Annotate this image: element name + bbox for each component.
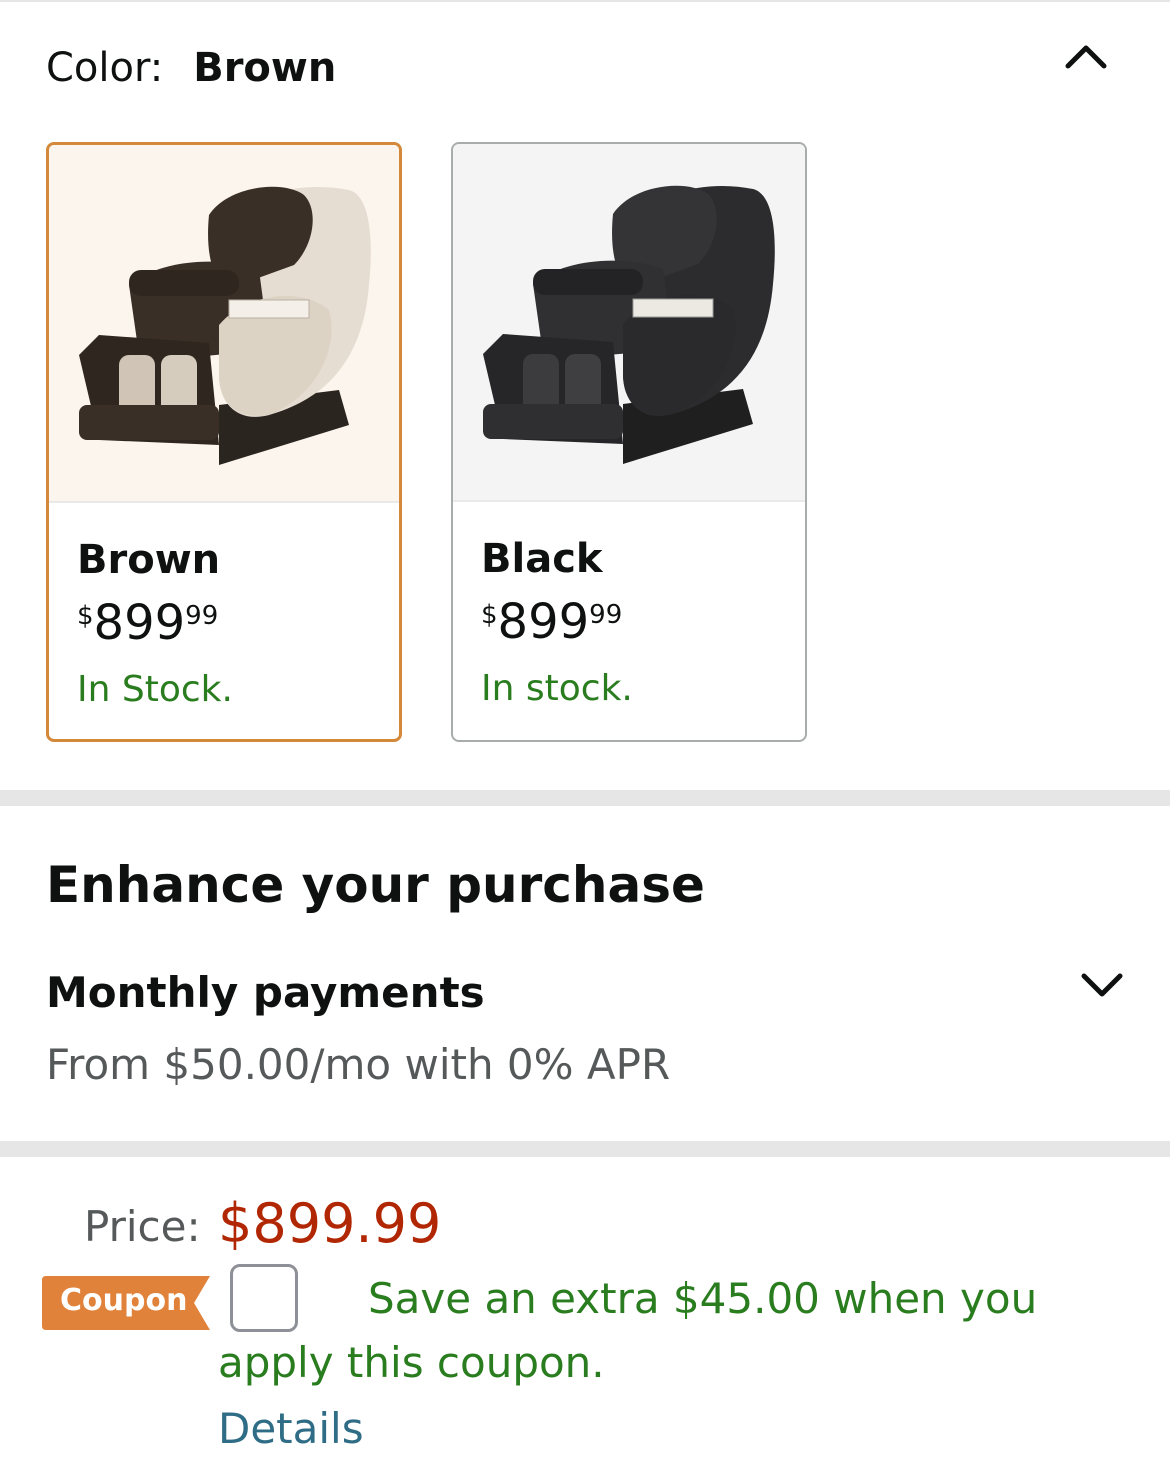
swatch-image-black xyxy=(453,144,805,502)
coupon-savings-text-continued: apply this coupon. xyxy=(218,1338,605,1387)
expand-monthly-payments-button[interactable] xyxy=(1072,954,1132,1014)
price-whole: 899 xyxy=(93,595,186,651)
section-divider xyxy=(0,1141,1170,1157)
swatch-price: $89999 xyxy=(481,594,622,650)
price-symbol: $ xyxy=(481,600,498,630)
coupon-checkbox[interactable] xyxy=(230,1264,298,1332)
price-cents: 99 xyxy=(589,600,623,630)
coupon-details-link[interactable]: Details xyxy=(218,1404,364,1453)
coupon-savings-text: Save an extra $45.00 when you xyxy=(368,1274,1038,1323)
massage-chair-black-image xyxy=(483,185,775,464)
coupon-badge-label: Coupon xyxy=(60,1283,188,1318)
price-label: Price: xyxy=(84,1202,201,1251)
price-whole: 899 xyxy=(497,594,590,650)
color-swatch-brown[interactable]: Brown $89999 In Stock. xyxy=(46,142,402,742)
color-header: Color: Brown xyxy=(46,38,336,98)
price-symbol: $ xyxy=(77,601,94,631)
swatch-image-brown xyxy=(49,145,399,503)
swatch-name: Brown xyxy=(77,537,221,583)
monthly-payments-description: From $50.00/mo with 0% APR xyxy=(46,1040,671,1089)
chevron-up-icon xyxy=(1065,45,1107,69)
swatch-stock-status: In stock. xyxy=(481,668,633,709)
swatch-name: Black xyxy=(481,536,603,582)
section-divider xyxy=(0,790,1170,806)
collapse-button[interactable] xyxy=(1058,28,1114,84)
enhance-title: Enhance your purchase xyxy=(46,856,705,914)
color-label: Color: xyxy=(46,45,164,91)
color-selected-value: Brown xyxy=(193,45,337,91)
top-divider xyxy=(0,0,1170,2)
swatch-stock-status: In Stock. xyxy=(77,669,233,710)
monthly-payments-title[interactable]: Monthly payments xyxy=(46,968,485,1017)
color-swatch-black[interactable]: Black $89999 In stock. xyxy=(451,142,807,742)
chevron-down-icon xyxy=(1081,973,1123,997)
price-value: $899.99 xyxy=(218,1192,442,1255)
swatch-price: $89999 xyxy=(77,595,218,651)
massage-chair-brown-image xyxy=(79,186,371,465)
price-cents: 99 xyxy=(185,601,219,631)
